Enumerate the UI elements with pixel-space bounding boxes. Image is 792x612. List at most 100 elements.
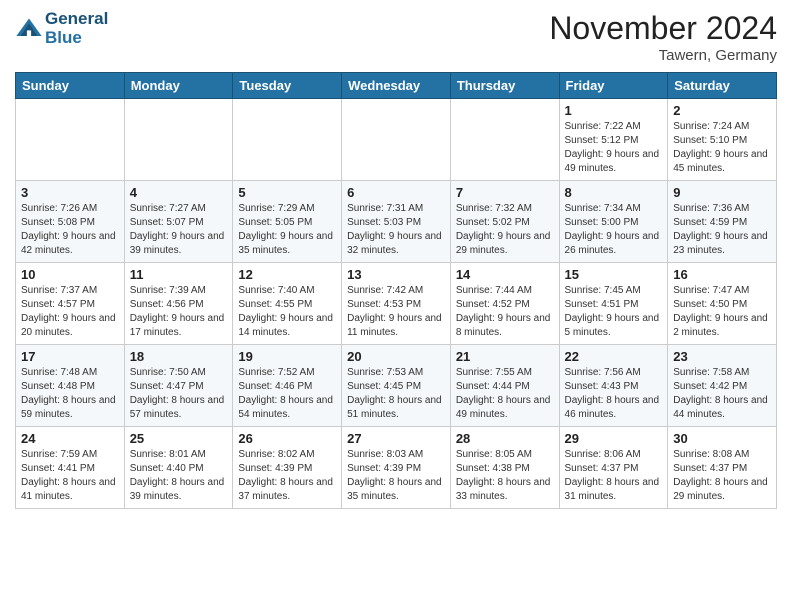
day-info: Sunrise: 7:47 AMSunset: 4:50 PMDaylight:… bbox=[673, 284, 771, 340]
logo-text-blue: Blue bbox=[45, 29, 108, 48]
day-number: 20 bbox=[347, 349, 445, 364]
day-cell bbox=[233, 99, 342, 181]
day-number: 14 bbox=[456, 267, 554, 282]
day-info: Sunrise: 7:59 AMSunset: 4:41 PMDaylight:… bbox=[21, 448, 119, 504]
day-info: Sunrise: 7:50 AMSunset: 4:47 PMDaylight:… bbox=[130, 366, 228, 422]
day-cell bbox=[16, 99, 125, 181]
day-info: Sunrise: 7:44 AMSunset: 4:52 PMDaylight:… bbox=[456, 284, 554, 340]
calendar: SundayMondayTuesdayWednesdayThursdayFrid… bbox=[15, 72, 777, 509]
week-row-2: 3Sunrise: 7:26 AMSunset: 5:08 PMDaylight… bbox=[16, 181, 777, 263]
day-number: 18 bbox=[130, 349, 228, 364]
day-info: Sunrise: 7:31 AMSunset: 5:03 PMDaylight:… bbox=[347, 202, 445, 258]
day-info: Sunrise: 7:27 AMSunset: 5:07 PMDaylight:… bbox=[130, 202, 228, 258]
calendar-header-row: SundayMondayTuesdayWednesdayThursdayFrid… bbox=[16, 73, 777, 99]
day-cell: 12Sunrise: 7:40 AMSunset: 4:55 PMDayligh… bbox=[233, 263, 342, 345]
day-header-friday: Friday bbox=[559, 73, 668, 99]
day-number: 19 bbox=[238, 349, 336, 364]
day-cell: 15 Sunrise: 7:45 AMSunset: 4:51 PMDayligh… bbox=[559, 263, 668, 345]
logo: General Blue bbox=[15, 10, 108, 47]
day-cell: 28Sunrise: 8:05 AMSunset: 4:38 PMDayligh… bbox=[450, 427, 559, 509]
day-number: 15 bbox=[565, 267, 663, 282]
day-info: Sunrise: 7:32 AMSunset: 5:02 PMDaylight:… bbox=[456, 202, 554, 258]
day-header-monday: Monday bbox=[124, 73, 233, 99]
page: General Blue November 2024 Tawern, Germa… bbox=[0, 0, 792, 612]
week-row-4: 17Sunrise: 7:48 AMSunset: 4:48 PMDayligh… bbox=[16, 345, 777, 427]
day-number: 30 bbox=[673, 431, 771, 446]
day-cell: 17Sunrise: 7:48 AMSunset: 4:48 PMDayligh… bbox=[16, 345, 125, 427]
day-info: Sunrise: 7:26 AMSunset: 5:08 PMDaylight:… bbox=[21, 202, 119, 258]
day-info: Sunrise: 7:24 AMSunset: 5:10 PMDaylight:… bbox=[673, 120, 771, 176]
day-number: 26 bbox=[238, 431, 336, 446]
day-cell: 13 Sunrise: 7:42 AMSunset: 4:53 PMDayligh… bbox=[342, 263, 451, 345]
logo-text-general: General bbox=[45, 10, 108, 29]
day-header-thursday: Thursday bbox=[450, 73, 559, 99]
day-cell: 29 Sunrise: 8:06 AMSunset: 4:37 PMDayligh… bbox=[559, 427, 668, 509]
day-cell: 7 Sunrise: 7:32 AMSunset: 5:02 PMDaylight… bbox=[450, 181, 559, 263]
day-header-sunday: Sunday bbox=[16, 73, 125, 99]
day-cell: 6 Sunrise: 7:31 AMSunset: 5:03 PMDaylight… bbox=[342, 181, 451, 263]
day-number: 13 bbox=[347, 267, 445, 282]
day-info: Sunrise: 7:48 AMSunset: 4:48 PMDaylight:… bbox=[21, 366, 119, 422]
day-info: Sunrise: 7:52 AMSunset: 4:46 PMDaylight:… bbox=[238, 366, 336, 422]
day-info: Sunrise: 7:39 AMSunset: 4:56 PMDaylight:… bbox=[130, 284, 228, 340]
day-info: Sunrise: 7:56 AMSunset: 4:43 PMDaylight:… bbox=[565, 366, 663, 422]
day-cell: 18 Sunrise: 7:50 AMSunset: 4:47 PMDayligh… bbox=[124, 345, 233, 427]
day-number: 23 bbox=[673, 349, 771, 364]
day-cell: 9 Sunrise: 7:36 AMSunset: 4:59 PMDaylight… bbox=[668, 181, 777, 263]
day-cell: 5 Sunrise: 7:29 AMSunset: 5:05 PMDaylight… bbox=[233, 181, 342, 263]
day-cell: 25 Sunrise: 8:01 AMSunset: 4:40 PMDayligh… bbox=[124, 427, 233, 509]
logo-icon bbox=[15, 15, 43, 43]
day-header-saturday: Saturday bbox=[668, 73, 777, 99]
day-cell: 26Sunrise: 8:02 AMSunset: 4:39 PMDayligh… bbox=[233, 427, 342, 509]
day-cell: 14 Sunrise: 7:44 AMSunset: 4:52 PMDayligh… bbox=[450, 263, 559, 345]
day-cell: 4Sunrise: 7:27 AMSunset: 5:07 PMDaylight… bbox=[124, 181, 233, 263]
day-number: 25 bbox=[130, 431, 228, 446]
day-cell: 21Sunrise: 7:55 AMSunset: 4:44 PMDayligh… bbox=[450, 345, 559, 427]
day-number: 24 bbox=[21, 431, 119, 446]
day-info: Sunrise: 7:22 AMSunset: 5:12 PMDaylight:… bbox=[565, 120, 663, 176]
day-cell: 24 Sunrise: 7:59 AMSunset: 4:41 PMDayligh… bbox=[16, 427, 125, 509]
day-number: 29 bbox=[565, 431, 663, 446]
week-row-3: 10 Sunrise: 7:37 AMSunset: 4:57 PMDayligh… bbox=[16, 263, 777, 345]
week-row-5: 24 Sunrise: 7:59 AMSunset: 4:41 PMDayligh… bbox=[16, 427, 777, 509]
day-number: 9 bbox=[673, 185, 771, 200]
day-number: 16 bbox=[673, 267, 771, 282]
day-info: Sunrise: 7:37 AMSunset: 4:57 PMDaylight:… bbox=[21, 284, 119, 340]
day-number: 12 bbox=[238, 267, 336, 282]
day-cell: 16 Sunrise: 7:47 AMSunset: 4:50 PMDayligh… bbox=[668, 263, 777, 345]
day-number: 2 bbox=[673, 103, 771, 118]
day-cell: 27Sunrise: 8:03 AMSunset: 4:39 PMDayligh… bbox=[342, 427, 451, 509]
day-number: 1 bbox=[565, 103, 663, 118]
day-number: 5 bbox=[238, 185, 336, 200]
day-cell bbox=[342, 99, 451, 181]
title-block: November 2024 Tawern, Germany bbox=[549, 10, 777, 64]
day-info: Sunrise: 8:08 AMSunset: 4:37 PMDaylight:… bbox=[673, 448, 771, 504]
day-number: 6 bbox=[347, 185, 445, 200]
day-info: Sunrise: 7:53 AMSunset: 4:45 PMDaylight:… bbox=[347, 366, 445, 422]
day-info: Sunrise: 7:58 AMSunset: 4:42 PMDaylight:… bbox=[673, 366, 771, 422]
day-cell: 22Sunrise: 7:56 AMSunset: 4:43 PMDayligh… bbox=[559, 345, 668, 427]
day-info: Sunrise: 7:45 AMSunset: 4:51 PMDaylight:… bbox=[565, 284, 663, 340]
day-number: 7 bbox=[456, 185, 554, 200]
month-title: November 2024 bbox=[549, 10, 777, 47]
day-number: 28 bbox=[456, 431, 554, 446]
day-info: Sunrise: 7:42 AMSunset: 4:53 PMDaylight:… bbox=[347, 284, 445, 340]
day-header-tuesday: Tuesday bbox=[233, 73, 342, 99]
day-cell: 19 Sunrise: 7:52 AMSunset: 4:46 PMDayligh… bbox=[233, 345, 342, 427]
day-info: Sunrise: 7:29 AMSunset: 5:05 PMDaylight:… bbox=[238, 202, 336, 258]
day-cell: 3Sunrise: 7:26 AMSunset: 5:08 PMDaylight… bbox=[16, 181, 125, 263]
day-cell bbox=[124, 99, 233, 181]
day-cell: 30 Sunrise: 8:08 AMSunset: 4:37 PMDayligh… bbox=[668, 427, 777, 509]
day-cell: 20 Sunrise: 7:53 AMSunset: 4:45 PMDayligh… bbox=[342, 345, 451, 427]
week-row-1: 1 Sunrise: 7:22 AMSunset: 5:12 PMDaylight… bbox=[16, 99, 777, 181]
day-number: 8 bbox=[565, 185, 663, 200]
day-info: Sunrise: 7:34 AMSunset: 5:00 PMDaylight:… bbox=[565, 202, 663, 258]
header: General Blue November 2024 Tawern, Germa… bbox=[15, 10, 777, 64]
day-info: Sunrise: 7:36 AMSunset: 4:59 PMDaylight:… bbox=[673, 202, 771, 258]
day-number: 27 bbox=[347, 431, 445, 446]
day-info: Sunrise: 8:01 AMSunset: 4:40 PMDaylight:… bbox=[130, 448, 228, 504]
day-number: 10 bbox=[21, 267, 119, 282]
day-info: Sunrise: 8:06 AMSunset: 4:37 PMDaylight:… bbox=[565, 448, 663, 504]
day-header-wednesday: Wednesday bbox=[342, 73, 451, 99]
day-cell: 23 Sunrise: 7:58 AMSunset: 4:42 PMDayligh… bbox=[668, 345, 777, 427]
